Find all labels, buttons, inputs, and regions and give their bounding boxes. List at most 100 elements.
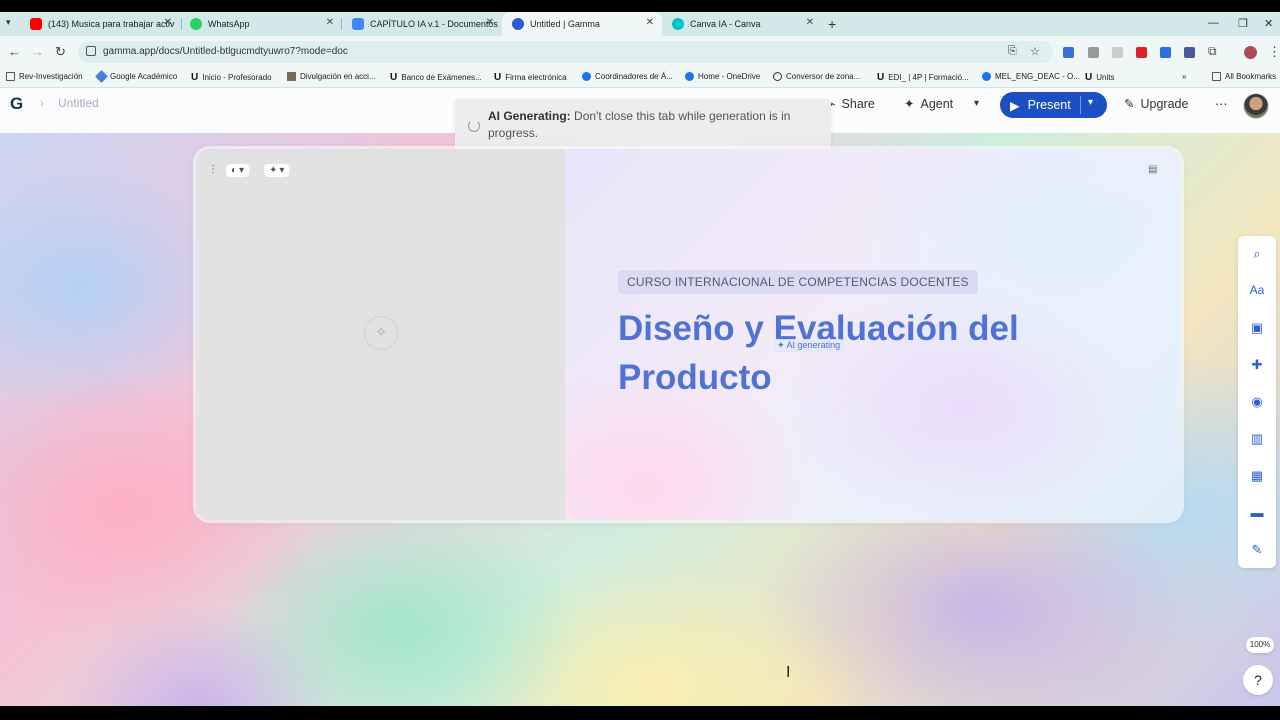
bookmark-label: Divulgación en acci... <box>300 72 376 81</box>
close-tab-icon[interactable]: ✕ <box>806 17 814 28</box>
extension-icon[interactable] <box>1160 47 1171 58</box>
text-cursor-icon: I <box>786 664 791 681</box>
all-bookmarks[interactable]: All Bookmarks <box>1212 72 1276 81</box>
card-template-icon[interactable]: ▬ <box>1238 505 1276 520</box>
search-icon[interactable]: ⌕ <box>1238 246 1276 262</box>
bookmark-label: Inicio - Profesorado <box>202 73 272 82</box>
upgrade-label: Upgrade <box>1140 96 1189 111</box>
tab-search-chevron-icon[interactable]: ▾ <box>6 17 11 28</box>
zoom-level[interactable]: 100% <box>1246 637 1274 653</box>
all-bookmarks-label: All Bookmarks <box>1225 72 1277 81</box>
bookmark-label: Rev-Investigación <box>19 72 83 81</box>
bookmark-star-icon[interactable]: ☆ <box>1030 45 1040 58</box>
close-window-icon[interactable]: ✕ <box>1264 17 1273 30</box>
extension-icon[interactable] <box>1136 47 1147 58</box>
tab-docs[interactable]: CAPÍTULO IA v.1 - Documentos ✕ <box>342 12 502 36</box>
ai-edit-dropdown[interactable]: ✦ ▾ <box>264 164 290 177</box>
present-dropdown-icon[interactable]: ▾ <box>1088 97 1093 108</box>
card-title[interactable]: Diseño y Evaluación del Producto <box>618 304 1078 402</box>
close-tab-icon[interactable]: ✕ <box>326 17 334 28</box>
u-logo-icon: U <box>1085 72 1093 83</box>
new-tab-icon[interactable]: + <box>828 16 836 32</box>
theme-palette-dropdown[interactable]: ◐ ▾ <box>226 164 250 177</box>
scholar-icon <box>95 70 108 83</box>
bookmark-item[interactable]: U Firma electrónica <box>494 72 567 83</box>
gamma-logo[interactable]: G <box>10 94 23 114</box>
bookmark-item[interactable]: MEL_ENG_DEAC - O... <box>982 72 1080 81</box>
site-info-icon[interactable] <box>86 46 96 56</box>
card-subtitle[interactable]: CURSO INTERNACIONAL DE COMPETENCIAS DOCE… <box>618 270 978 294</box>
bookmark-item[interactable]: U Inicio - Profesorado <box>191 72 272 83</box>
extension-icon[interactable] <box>1063 47 1074 58</box>
layout-icon[interactable]: ▦ <box>1238 468 1276 484</box>
tab-title: WhatsApp <box>208 19 250 29</box>
doc-title[interactable]: Untitled <box>58 96 99 110</box>
minimize-icon[interactable]: — <box>1208 17 1219 29</box>
menu-kebab-icon[interactable]: ⋮ <box>1268 44 1280 60</box>
bookmark-item[interactable]: Home - OneDrive <box>685 72 760 81</box>
address-bar[interactable]: gamma.app/docs/Untitled-btlgucmdtyuwro7?… <box>78 41 1053 63</box>
agent-button[interactable]: ✦ Agent <box>904 96 954 112</box>
extensions-puzzle-icon[interactable]: ⧉ <box>1208 44 1217 59</box>
chart-icon[interactable]: ▥ <box>1238 431 1276 447</box>
install-app-icon[interactable]: ⎘ <box>1008 45 1017 58</box>
canva-icon <box>672 18 684 30</box>
embed-icon[interactable]: ◉ <box>1238 394 1276 410</box>
upgrade-button[interactable]: ✎ Upgrade <box>1124 96 1189 112</box>
agent-label: Agent <box>920 96 954 111</box>
close-tab-icon[interactable]: ✕ <box>164 17 172 28</box>
tab-gamma[interactable]: Untitled | Gamma ✕ <box>502 12 662 36</box>
url-text[interactable]: gamma.app/docs/Untitled-btlgucmdtyuwro7?… <box>103 46 348 57</box>
present-button[interactable]: ▶ Present ▾ <box>1000 92 1107 118</box>
youtube-icon <box>30 18 42 30</box>
bookmark-item[interactable]: Google Académico <box>95 70 177 83</box>
avatar[interactable] <box>1243 93 1269 119</box>
u-logo-icon: U <box>494 72 502 83</box>
tab-youtube[interactable]: (143) Musica para trabajar activ ✕ <box>20 12 180 36</box>
add-block-icon[interactable]: ✚ <box>1238 357 1276 373</box>
forward-icon[interactable]: → <box>31 44 44 59</box>
extension-icon[interactable] <box>1088 47 1099 58</box>
bookmark-label: Home - OneDrive <box>698 72 761 81</box>
folder-icon <box>6 72 15 81</box>
close-tab-icon[interactable]: ✕ <box>646 17 654 28</box>
reload-icon[interactable]: ↻ <box>55 44 66 60</box>
bookmark-item[interactable]: Divulgación en acci... <box>287 72 376 81</box>
image-icon[interactable]: ▣ <box>1238 320 1276 336</box>
share-button[interactable]: ⌁ Share <box>828 96 875 112</box>
bookmark-item[interactable]: U EDI_ | 4P | Formació... <box>877 72 969 83</box>
profile-icon[interactable] <box>1244 46 1257 59</box>
bookmark-item[interactable]: Rev-Investigación <box>6 72 83 81</box>
text-style-icon[interactable]: Aa <box>1238 283 1276 297</box>
help-button[interactable]: ? <box>1243 665 1273 695</box>
tab-title: Untitled | Gamma <box>530 19 600 29</box>
bookmark-item[interactable]: Coordinadores de Á... <box>582 72 673 81</box>
card-image-area[interactable]: ✧ <box>196 149 565 520</box>
tab-whatsapp[interactable]: WhatsApp ✕ <box>180 12 342 36</box>
bookmark-item[interactable]: U Units <box>1085 72 1114 83</box>
folder-icon <box>1212 72 1221 81</box>
more-bookmarks-icon[interactable]: » <box>1182 72 1186 81</box>
bookmark-item[interactable]: U Banco de Exámenes... <box>390 72 482 83</box>
close-tab-icon[interactable]: ✕ <box>486 17 494 28</box>
title-card[interactable]: ✧ ⋮ ◐ ▾ ✦ ▾ ▤ CURSO INTERNACIONAL DE COMPE… <box>196 149 1181 520</box>
back-icon[interactable]: ← <box>8 44 21 59</box>
card-notes-icon[interactable]: ▤ <box>1148 164 1157 175</box>
image-icon <box>287 72 296 81</box>
bookmarks-bar: Rev-Investigación Google Académico U Inic… <box>0 68 1280 88</box>
bookmark-item[interactable]: Conversor de zona... <box>773 72 860 81</box>
loading-spinner-icon <box>468 120 480 132</box>
agent-dropdown-icon[interactable]: ▾ <box>974 98 979 109</box>
more-options-icon[interactable]: ⋯ <box>1215 96 1228 111</box>
drag-handle-icon[interactable]: ⋮ <box>208 164 218 175</box>
onedrive-icon <box>982 72 991 81</box>
right-toolbar: ⌕ Aa ▣ ✚ ◉ ▥ ▦ ▬ ✎ <box>1238 236 1276 568</box>
extension-icon[interactable] <box>1112 47 1123 58</box>
tab-title: Canva IA - Canva <box>690 19 761 29</box>
extension-icon[interactable] <box>1184 47 1195 58</box>
toast-message: AI Generating: Don't close this tab whil… <box>488 108 818 142</box>
restore-icon[interactable]: ❐ <box>1238 17 1248 30</box>
tab-canva[interactable]: Canva IA - Canva ✕ <box>662 12 822 36</box>
edit-icon[interactable]: ✎ <box>1238 542 1276 558</box>
gamma-app: G › Untitled ⌁ Share ✦ Agent ▾ ▶ Present ▾… <box>0 88 1280 706</box>
